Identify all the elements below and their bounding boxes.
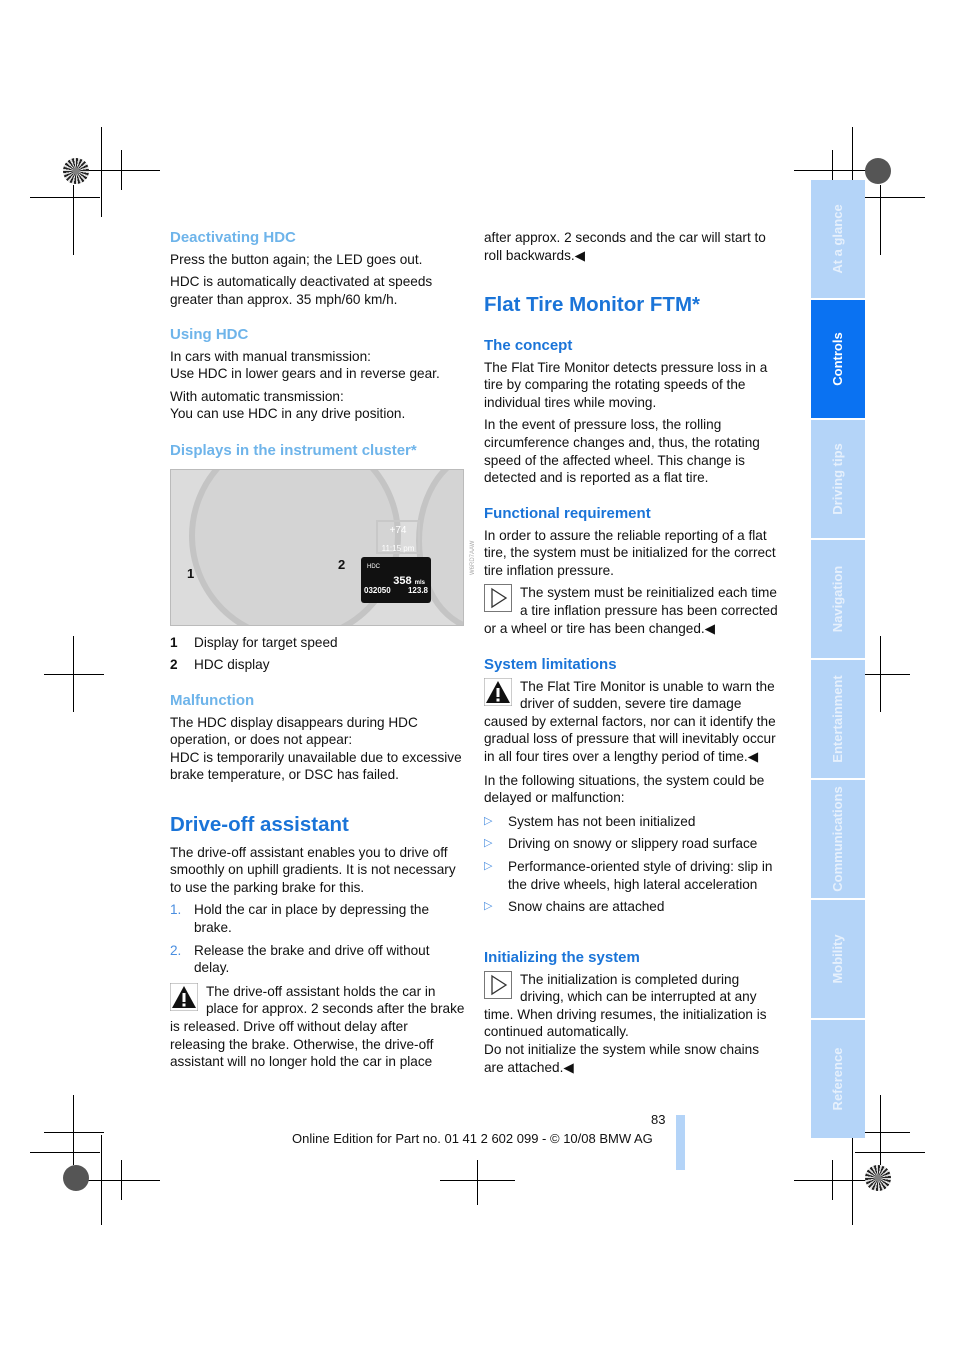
figure-code: W6RD7AAW [470, 540, 476, 575]
warning-note: The drive-off assistant holds the car in… [170, 982, 465, 1070]
paragraph: Use HDC in lower gears and in reverse ge… [170, 366, 440, 382]
bullet-item: ▷ Performance-oriented style of driving: … [484, 858, 773, 892]
paragraph: In order to assure the reliable reportin… [484, 527, 776, 578]
bullet-item: ▷ Driving on snowy or slippery road surfa… [484, 836, 758, 852]
info-note: The initialization is completed during d… [484, 970, 767, 1040]
paragraph: HDC is temporarily unavailable due to ex… [170, 749, 462, 783]
section-system-limitations: System limitations The Flat Tire Monitor… [484, 656, 779, 916]
paragraph: You can use HDC in any drive position. [170, 406, 406, 422]
tab-communications[interactable]: Communications [811, 780, 865, 898]
note-triangle-icon [484, 584, 512, 613]
note-triangle-icon [484, 970, 512, 999]
section-deactivating-hdc: Deactivating HDC Press the button again;… [170, 229, 465, 308]
paragraph: HDC is automatically deactivated at spee… [170, 274, 433, 307]
section-initializing: Initializing the system The initializati… [484, 949, 779, 1076]
warning-icon [484, 677, 512, 706]
tab-navigation[interactable]: Navigation [811, 540, 865, 658]
section-concept: The concept The Flat Tire Monitor detect… [484, 337, 779, 487]
callout-2: 2 [338, 557, 346, 572]
footer-text: Online Edition for Part no. 01 41 2 602 … [292, 1131, 653, 1146]
section-functional-requirement: Functional requirement In order to assur… [484, 505, 779, 637]
heading: Deactivating HDC [170, 229, 296, 246]
heading: Drive-off assistant [170, 813, 349, 836]
heading: Initializing the system [484, 949, 640, 966]
step-item: 2. Release the brake and drive off withou… [170, 942, 430, 976]
legend-item: 2 HDC display [170, 656, 270, 672]
tab-entertainment[interactable]: Entertainment [811, 660, 865, 778]
hdc-display: HDC 358 mls 032050 123.8 [361, 557, 431, 603]
paragraph: In the following situations, the system … [484, 772, 765, 806]
section-drive-off-assistant: Drive-off assistant The drive-off assist… [170, 813, 465, 1071]
heading: Using HDC [170, 326, 249, 343]
page-number: 83 [651, 1112, 666, 1127]
tab-at-a-glance[interactable]: At a glance [811, 180, 865, 298]
time-readout: 11:15 pm [381, 543, 415, 553]
legend-item: 1 Display for target speed [170, 635, 338, 650]
paragraph: With automatic transmission: [170, 388, 344, 404]
heading: Malfunction [170, 692, 255, 709]
section-using-hdc: Using HDC In cars with manual transmissi… [170, 326, 465, 423]
instrument-cluster-figure: +74 11:15 pm HDC 358 mls 032050 123.8 1 2 [170, 469, 464, 626]
paragraph: In the event of pressure loss, the rolli… [484, 417, 760, 486]
tab-controls[interactable]: Controls [811, 300, 865, 418]
figure-legend: 1 Display for target speed 2 HDC display [170, 634, 465, 673]
warning-icon [170, 982, 198, 1011]
paragraph: The Flat Tire Monitor detects pressure l… [484, 359, 768, 410]
paragraph: Do not initialize the system while snow … [484, 1041, 760, 1075]
heading: Flat Tire Monitor FTM* [484, 293, 701, 316]
paragraph: The drive-off assistant enables you to d… [170, 844, 456, 895]
heading: System limitations [484, 656, 617, 673]
paragraph: The HDC display disappears during HDC op… [170, 714, 418, 748]
tab-driving-tips[interactable]: Driving tips [811, 420, 865, 538]
warning-note: The Flat Tire Monitor is unable to warn … [484, 677, 776, 764]
heading: Displays in the instrument cluster* [170, 442, 417, 459]
paragraph: In cars with manual transmission: [170, 348, 371, 364]
chapter-tabs: At a glance Controls Driving tips Naviga… [811, 180, 865, 1140]
info-note: The system must be reinitialized each ti… [484, 584, 778, 636]
section-ftm: Flat Tire Monitor FTM* [484, 293, 779, 316]
step-item: 1. Hold the car in place by depressing th… [170, 902, 430, 935]
heading: Functional requirement [484, 505, 651, 522]
callout-1: 1 [187, 566, 195, 581]
bullet-item: ▷ System has not been initialized [484, 813, 696, 829]
tab-reference[interactable]: Reference [811, 1020, 865, 1138]
temp-readout: +74 [389, 525, 407, 536]
continued-text: after approx. 2 seconds and the car will… [484, 230, 766, 263]
bullet-item: ▷ Snow chains are attached [484, 899, 665, 915]
page-marker [676, 1115, 685, 1170]
section-malfunction: Malfunction The HDC display disappears d… [170, 692, 465, 784]
manual-page: Deactivating HDC Press the button again;… [0, 0, 954, 1350]
heading: The concept [484, 337, 573, 354]
tab-mobility[interactable]: Mobility [811, 900, 865, 1018]
section-displays: Displays in the instrument cluster* [170, 442, 465, 460]
paragraph: Press the button again; the LED goes out… [170, 251, 423, 267]
